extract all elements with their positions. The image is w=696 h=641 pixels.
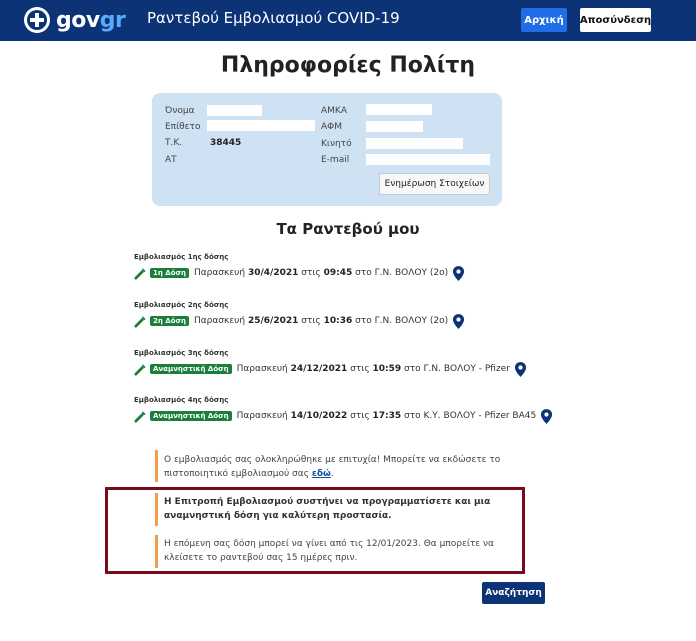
certificate-link[interactable]: εδώ xyxy=(312,469,331,479)
appointment-day: Παρασκευή xyxy=(193,316,246,326)
dose-badge: 2η Δόση xyxy=(150,316,189,326)
appointment-time: 10:59 xyxy=(372,364,402,374)
appointment-place: Γ.Ν. ΒΟΛΟΥ (2ο) xyxy=(374,316,449,326)
appointment-at: στις xyxy=(350,364,370,374)
id-label: ΑΤ xyxy=(165,155,177,165)
mobile-field xyxy=(366,138,463,149)
booster-recommendation-message: Η Επιτροπή Εμβολιασμού συστήνει να προγρ… xyxy=(164,497,491,521)
appointment-row-1: 1η Δόση Παρασκευή 30/4/2021 στις 09:45 σ… xyxy=(134,265,465,281)
map-pin-icon[interactable] xyxy=(514,361,527,378)
amka-field xyxy=(366,104,432,115)
dose-badge: 1η Δόση xyxy=(150,268,189,278)
appointment-in: στο xyxy=(355,316,372,326)
appointment-row-4: Αναμνηστική Δόση Παρασκευή 14/10/2022 στ… xyxy=(134,408,553,424)
appointment-place: Γ.Ν. ΒΟΛΟΥ (2ο) xyxy=(374,268,449,278)
appointment-place: Κ.Υ. ΒΟΛΟΥ - Pfizer BA45 xyxy=(423,411,537,421)
vaccination-completed-message: Ο εμβολιασμός σας ολοκληρώθηκε με επιτυχ… xyxy=(164,455,501,479)
appointment-date: 25/6/2021 xyxy=(247,316,299,326)
appointment-day: Παρασκευή xyxy=(236,411,288,421)
map-pin-icon[interactable] xyxy=(452,265,465,282)
appointment-date: 24/12/2021 xyxy=(290,364,348,374)
appointment-in: στο xyxy=(355,268,372,278)
next-dose-message: Η επόμενη σας δόση μπορεί να γίνει από τ… xyxy=(164,539,494,563)
appointment-date: 30/4/2021 xyxy=(247,268,299,278)
citizen-info-card: Όνομα Επίθετο Τ.Κ. 38445 ΑΤ ΑΜΚΑ ΑΦΜ Κιν… xyxy=(152,93,502,206)
syringe-icon xyxy=(134,363,146,376)
logout-button[interactable]: Αποσύνδεση xyxy=(580,8,651,32)
appointment-time: 17:35 xyxy=(372,411,402,421)
afm-field xyxy=(366,121,423,132)
afm-label: ΑΦΜ xyxy=(321,122,343,132)
info-accent-line xyxy=(155,535,158,568)
info-accent-line xyxy=(155,493,158,526)
dose-1-title: Εμβολιασμός 1ης δόσης xyxy=(134,253,229,261)
appointment-day: Παρασκευή xyxy=(236,364,288,374)
update-details-button[interactable]: Ενημέρωση Στοιχείων xyxy=(379,173,490,195)
dose-3-title: Εμβολιασμός 3ης δόσης xyxy=(134,349,229,357)
appointment-in: στο xyxy=(404,364,421,374)
syringe-icon xyxy=(134,410,146,423)
appointment-at: στις xyxy=(301,316,321,326)
appointment-row-2: 2η Δόση Παρασκευή 25/6/2021 στις 10:36 σ… xyxy=(134,313,465,329)
appointment-place: Γ.Ν. ΒΟΛΟΥ - Pfizer xyxy=(423,364,510,374)
appointments-title: Τα Ραντεβού μου xyxy=(276,220,420,238)
dose-4-title: Εμβολιασμός 4ης δόσης xyxy=(134,396,229,404)
last-name-field xyxy=(207,120,315,131)
mobile-label: Κινητό xyxy=(321,139,352,149)
syringe-icon xyxy=(134,267,146,280)
first-name-label: Όνομα xyxy=(165,106,195,116)
email-label: E-mail xyxy=(321,155,350,165)
appointment-date: 14/10/2022 xyxy=(290,411,348,421)
search-button[interactable]: Αναζήτηση xyxy=(482,582,545,604)
app-title: Ραντεβού Εμβολιασμού COVID-19 xyxy=(147,9,400,27)
info-accent-line xyxy=(155,450,158,482)
syringe-icon xyxy=(134,315,146,328)
home-button[interactable]: Αρχική xyxy=(521,8,567,32)
amka-label: ΑΜΚΑ xyxy=(321,106,347,116)
first-name-field xyxy=(207,105,262,116)
map-pin-icon[interactable] xyxy=(540,408,553,425)
appointment-day: Παρασκευή xyxy=(193,268,246,278)
greek-emblem-icon xyxy=(24,7,50,33)
appointment-time: 10:36 xyxy=(323,316,353,326)
logo-text: govgr xyxy=(56,7,126,33)
appointment-at: στις xyxy=(301,268,321,278)
page-title: Πληροφορίες Πολίτη xyxy=(220,53,476,78)
dose-2-title: Εμβολιασμός 2ης δόσης xyxy=(134,301,229,309)
appointment-row-3: Αναμνηστική Δόση Παρασκευή 24/12/2021 στ… xyxy=(134,361,527,377)
postal-code-value: 38445 xyxy=(210,138,242,148)
top-header: govgr Ραντεβού Εμβολιασμού COVID-19 Αρχι… xyxy=(0,0,696,41)
postal-code-label: Τ.Κ. xyxy=(165,138,183,148)
appointment-at: στις xyxy=(350,411,370,421)
last-name-label: Επίθετο xyxy=(165,122,201,132)
dose-badge: Αναμνηστική Δόση xyxy=(150,364,232,374)
appointment-time: 09:45 xyxy=(323,268,353,278)
map-pin-icon[interactable] xyxy=(452,313,465,330)
appointment-in: στο xyxy=(404,411,421,421)
dose-badge: Αναμνηστική Δόση xyxy=(150,411,232,421)
govgr-logo[interactable]: govgr xyxy=(24,6,126,34)
email-field xyxy=(366,154,490,165)
